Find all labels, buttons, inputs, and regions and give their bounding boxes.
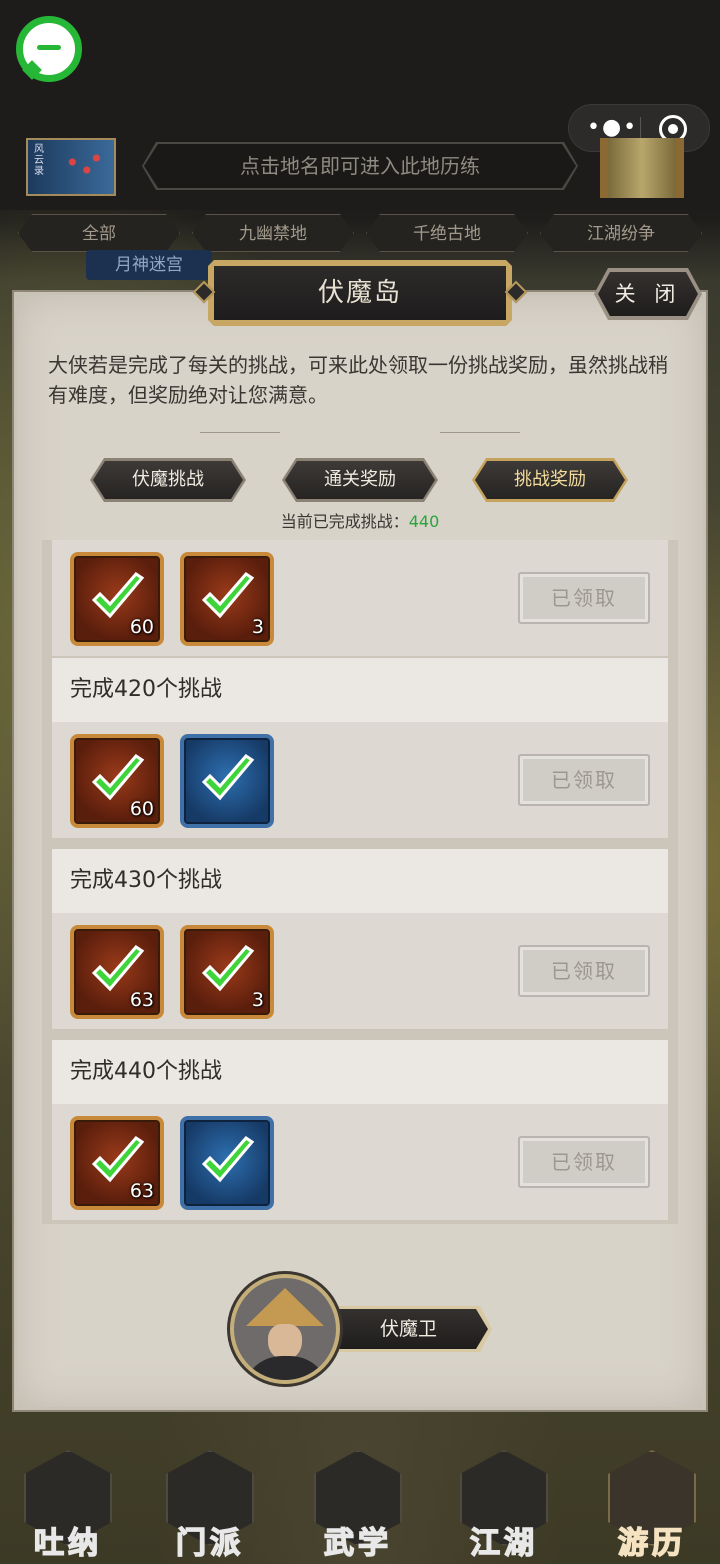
check-icon: [201, 572, 255, 619]
location-hint: 点击地名即可进入此地历练: [144, 144, 576, 188]
tab-clear-reward[interactable]: 通关奖励: [285, 461, 435, 499]
claimed-button[interactable]: 已领取: [518, 945, 650, 997]
tab-qianjue[interactable]: 千绝古地: [366, 214, 528, 252]
reward-quantity: 63: [129, 989, 154, 1011]
reward-body: 60 3 已领取: [52, 540, 668, 656]
nav-label: 游历: [617, 1525, 686, 1562]
tab-all[interactable]: 全部: [18, 214, 180, 252]
tab-jiuyou[interactable]: 九幽禁地: [192, 214, 354, 252]
close-button[interactable]: 关 闭: [598, 272, 698, 316]
reward-item[interactable]: 60: [70, 734, 164, 828]
npc-robe: [242, 1356, 330, 1380]
app-logo-icon: [16, 16, 82, 82]
reward-body: 60 已领取: [52, 722, 668, 838]
reward-item[interactable]: 63: [70, 1116, 164, 1210]
reward-item[interactable]: 63: [70, 925, 164, 1019]
scroll-text: 风云录: [34, 144, 44, 177]
reward-title: 完成440个挑战: [52, 1040, 668, 1104]
reward-title: 完成430个挑战: [52, 849, 668, 913]
npc-avatar[interactable]: [230, 1274, 340, 1384]
claimed-button[interactable]: 已领取: [518, 572, 650, 624]
claimed-button[interactable]: 已领取: [518, 754, 650, 806]
npc-face: [268, 1324, 302, 1360]
nav-breathing[interactable]: 吐纳: [10, 1440, 126, 1564]
progress-label: 当前已完成挑战：: [280, 512, 409, 531]
bottom-nav: 吐纳 门派 武学 江湖 游历: [0, 1420, 720, 1564]
reward-quantity: 3: [251, 989, 264, 1011]
claimed-button[interactable]: 已领取: [518, 1136, 650, 1188]
nav-martial-arts[interactable]: 武学: [300, 1440, 416, 1564]
reward-quantity: 60: [129, 616, 154, 638]
map-scroll-button[interactable]: [600, 138, 684, 198]
straw-hat-icon: [246, 1288, 324, 1326]
nav-label: 江湖: [469, 1525, 538, 1562]
nav-sect[interactable]: 门派: [152, 1440, 268, 1564]
tab-challenge-reward[interactable]: 挑战奖励: [475, 461, 625, 499]
panel-description: 大侠若是完成了每关的挑战，可来此处领取一份挑战奖励，虽然挑战稍有难度，但奖励绝对…: [48, 353, 668, 407]
check-icon: [201, 754, 255, 801]
reward-item[interactable]: [180, 1116, 274, 1210]
check-icon: [201, 1136, 255, 1183]
nav-label: 吐纳: [33, 1525, 102, 1562]
reward-item[interactable]: 3: [180, 552, 274, 646]
nav-label: 武学: [323, 1525, 392, 1562]
panel-title: 伏魔岛: [214, 266, 506, 320]
reward-quantity: 60: [129, 798, 154, 820]
npc-name[interactable]: 伏魔卫: [322, 1309, 488, 1349]
nav-label: 门派: [175, 1525, 244, 1562]
location-chip[interactable]: 月神迷宫: [86, 250, 212, 280]
reward-quantity: 63: [129, 1180, 154, 1202]
nav-jianghu[interactable]: 江湖: [446, 1440, 562, 1564]
reward-quantity: 3: [251, 616, 264, 638]
check-icon: [201, 945, 255, 992]
reward-item[interactable]: 3: [180, 925, 274, 1019]
reward-title: 完成420个挑战: [52, 658, 668, 722]
reward-body: 63 已领取: [52, 1104, 668, 1220]
tab-fumo-challenge[interactable]: 伏魔挑战: [93, 461, 243, 499]
nav-travel[interactable]: 游历: [594, 1440, 710, 1564]
progress-text: 当前已完成挑战：440: [0, 510, 720, 534]
progress-value: 440: [408, 512, 440, 531]
divider-line-right: [440, 432, 520, 433]
reward-item[interactable]: 60: [70, 552, 164, 646]
divider-line-left: [200, 432, 280, 433]
ornament-divider: [200, 430, 520, 436]
record-scroll-button[interactable]: 风云录: [26, 138, 116, 196]
reward-list[interactable]: 60 3 已领取 完成420个挑战 60 已领取 完成430个挑战 63 3 已…: [42, 540, 678, 1224]
plum-blossom-icon: [58, 146, 106, 186]
reward-item[interactable]: [180, 734, 274, 828]
category-tabs: 全部 九幽禁地 千绝古地 江湖纷争: [18, 214, 702, 254]
reward-body: 63 3 已领取: [52, 913, 668, 1029]
tab-jianghu-dispute[interactable]: 江湖纷争: [540, 214, 702, 252]
